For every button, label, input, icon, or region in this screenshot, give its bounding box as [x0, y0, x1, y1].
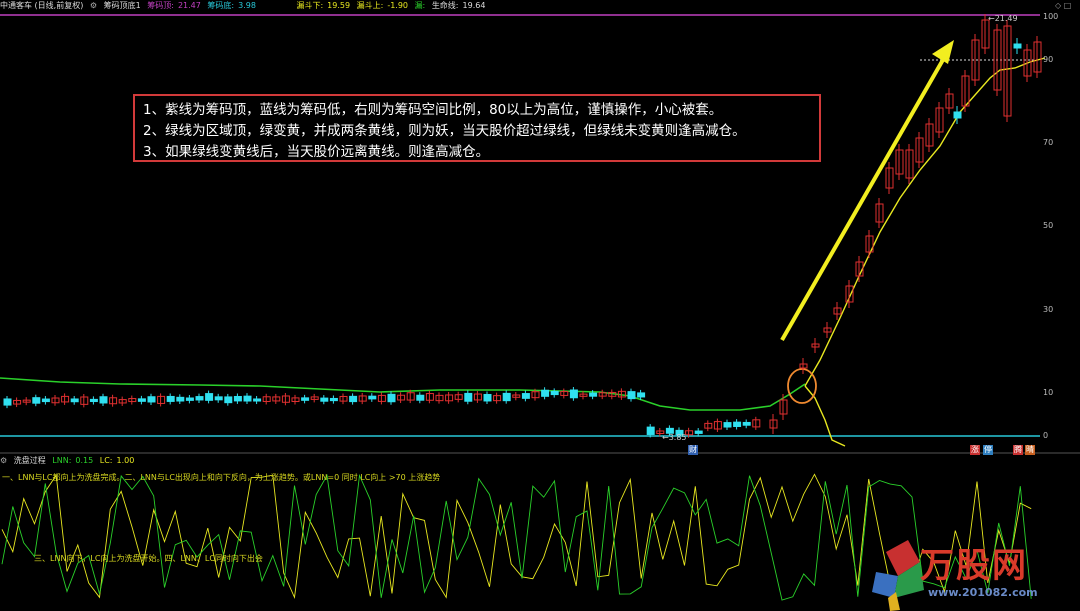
candle: [646, 426, 655, 435]
axis-label-70: 70: [1043, 138, 1054, 147]
lc-label: LC:: [99, 456, 113, 465]
funnel-down-value: 19.59: [327, 1, 351, 10]
annotation-box: 1、紫线为筹码顶，蓝线为筹码低，右则为筹码空间比例，80以上为高位，谨慎操作，小…: [133, 94, 821, 162]
event-tag-4[interactable]: 晴: [1025, 445, 1035, 455]
indicator-title[interactable]: 洗盘过程: [14, 456, 46, 465]
candle: [550, 390, 559, 396]
candle: [742, 421, 751, 426]
candle: [387, 393, 396, 403]
candle: [195, 396, 204, 401]
trend-arrow-head: [932, 40, 954, 64]
chip-top-value: 21.47: [177, 1, 201, 10]
candle: [320, 397, 329, 402]
indicator-header: ⚙ 洗盘过程 LNN: 0.15 LC: 1.00: [0, 455, 1080, 467]
candle: [137, 398, 146, 402]
annotation-line-2: 2、绿线为区域顶，绿变黄，并成两条黄线，则为妖，当天股价超过绿线，但绿线未变黄则…: [143, 123, 746, 139]
gear-icon[interactable]: ⚙: [90, 1, 97, 10]
candle: [253, 398, 262, 402]
stop-label: 漏:: [414, 1, 426, 10]
region-top-line: [0, 377, 806, 411]
candle: [368, 395, 377, 400]
high-price-mark: ←21.49: [988, 14, 1018, 23]
candle: [541, 389, 550, 397]
chip-bottom-value: 3.98: [238, 1, 256, 10]
candle: [214, 396, 223, 401]
candle: [464, 392, 473, 402]
chart-header: 中通客车 (日线,前复权) ⚙ 筹码顶底1 筹码顶: 21.47 筹码底: 3.98…: [0, 0, 1080, 12]
lnn-label: LNN:: [52, 456, 72, 465]
diamond-icon[interactable]: ◇: [1055, 1, 1061, 10]
funnel-up-value: -1.90: [387, 1, 409, 10]
candle: [349, 395, 358, 403]
candle: [205, 393, 214, 401]
low-price-mark: ←3.85: [662, 433, 687, 442]
window-controls: ◇ □: [1055, 1, 1071, 10]
candle: [185, 397, 194, 401]
candle: [329, 397, 338, 402]
candle: [637, 392, 646, 398]
candle: [589, 392, 598, 397]
candle: [1013, 43, 1022, 49]
indicator-desc-2: 三、LNN向下，LC向上为洗盘开始。四、LNN、LC同时向下出会: [34, 554, 263, 563]
candle: [723, 422, 732, 428]
maximize-icon[interactable]: □: [1064, 1, 1072, 10]
candle: [224, 396, 233, 404]
candle: [3, 398, 12, 406]
watermark-url: www.201082.com: [928, 586, 1038, 599]
candle: [166, 395, 175, 402]
event-tag-2[interactable]: 停: [983, 445, 993, 455]
axis-label-0: 0: [1043, 431, 1049, 440]
candle: [483, 393, 492, 402]
chip-top-label: 筹码顶:: [147, 1, 174, 10]
candle: [41, 398, 50, 403]
candle: [502, 392, 511, 402]
indicator-name[interactable]: 筹码顶底1: [104, 1, 141, 10]
candle: [89, 398, 98, 403]
life-value: 19.64: [462, 1, 486, 10]
candle: [569, 389, 578, 399]
annotation-line-3: 3、如果绿线变黄线后，当天股价远离黄线。则逢高减仓。: [143, 144, 490, 160]
candle: [99, 396, 108, 404]
annotation-line-1: 1、紫线为筹码顶，蓝线为筹码低，右则为筹码空间比例，80以上为高位，谨慎操作，小…: [143, 102, 723, 118]
event-tag-1[interactable]: 涨: [970, 445, 980, 455]
gear-icon[interactable]: ⚙: [0, 456, 7, 465]
candle: [953, 111, 962, 119]
finance-tag[interactable]: 财: [688, 445, 698, 455]
stock-title[interactable]: 中通客车 (日线,前复权): [0, 1, 83, 10]
candle: [32, 397, 41, 404]
candle: [301, 397, 310, 401]
candle: [694, 430, 703, 434]
axis-label-30: 30: [1043, 305, 1054, 314]
life-line: [804, 57, 1046, 387]
axis-label-90: 90: [1043, 55, 1054, 64]
funnel-up-label: 漏斗上:: [356, 1, 384, 10]
candle: [627, 391, 636, 400]
axis-label-10: 10: [1043, 388, 1054, 397]
funnel-down-label: 漏斗下:: [296, 1, 324, 10]
price-chart[interactable]: [0, 0, 1080, 611]
lc-value: 1.00: [116, 456, 135, 465]
funnel-line: [804, 385, 846, 447]
lnn-value: 0.15: [75, 456, 94, 465]
chip-bottom-label: 筹码底:: [207, 1, 235, 10]
candle: [233, 395, 242, 402]
candle: [176, 396, 185, 402]
indicator-desc-1: 一、LNN与LC都向上为洗盘完成。二、LNN与LC出现向上和向下反向，为上涨趋势…: [2, 473, 441, 482]
watermark-title: 万股网: [920, 546, 1028, 586]
axis-label-50: 50: [1043, 221, 1054, 230]
candle: [147, 396, 156, 403]
candle: [733, 421, 742, 427]
candle: [243, 395, 252, 402]
axis-label-100: 100: [1043, 12, 1059, 21]
event-tag-3[interactable]: 腾: [1013, 445, 1023, 455]
candle: [521, 393, 530, 399]
candle: [416, 394, 425, 401]
life-label: 生命线:: [431, 1, 459, 10]
candle: [70, 398, 79, 403]
